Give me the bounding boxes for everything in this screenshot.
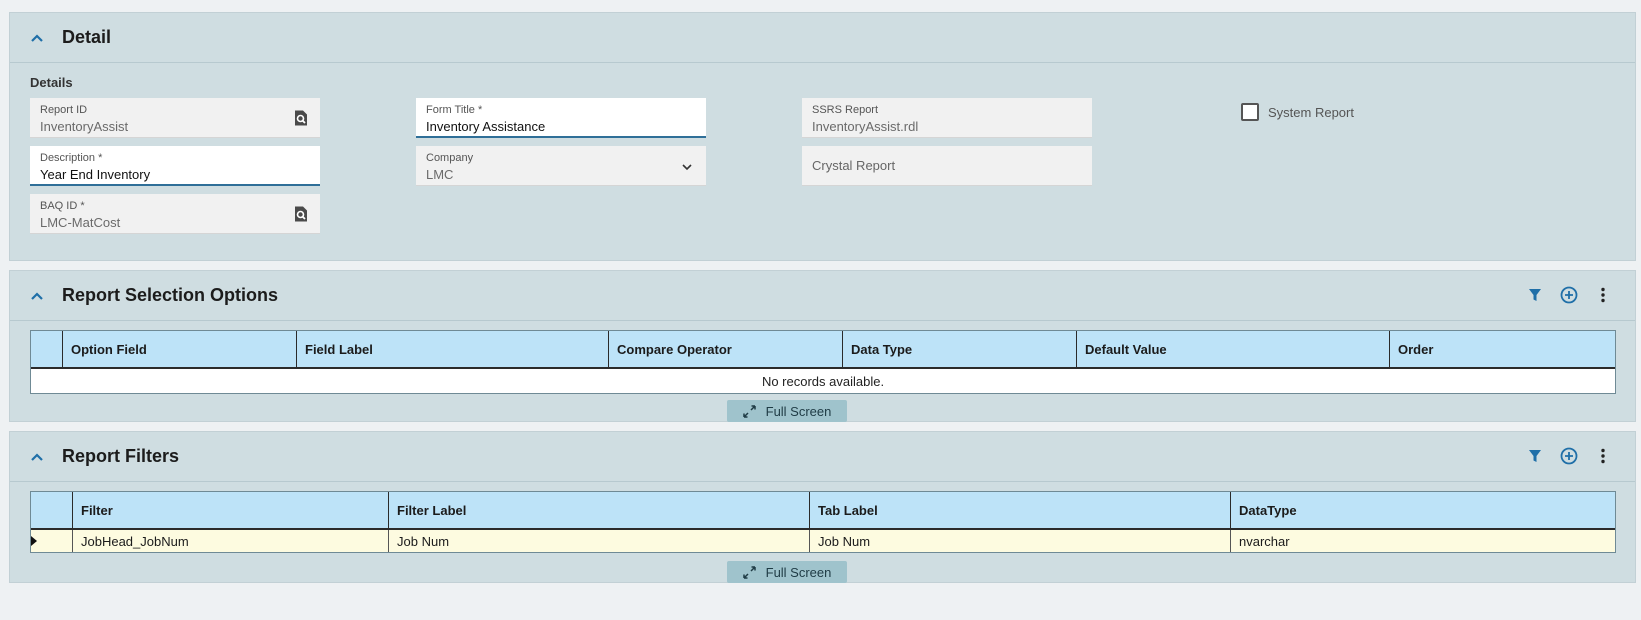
form-title-input[interactable]: Inventory Assistance [426,119,545,134]
report-id-value: InventoryAssist [40,119,129,134]
description-field[interactable]: Description * Year End Inventory [30,146,320,186]
description-input[interactable]: Year End Inventory [40,167,150,182]
more-vertical-icon[interactable] [1593,285,1613,305]
column-option-field[interactable]: Option Field [63,331,297,367]
selection-options-grid: Option Field Field Label Compare Operato… [30,330,1616,394]
column-field-label[interactable]: Field Label [297,331,609,367]
cell-filter-label[interactable]: Job Num [389,530,810,552]
detail-title: Detail [62,27,112,47]
more-vertical-icon[interactable] [1593,446,1613,466]
add-circle-icon[interactable] [1559,446,1579,466]
details-section-label: Details [30,75,73,90]
company-field[interactable]: Company LMC [416,146,706,186]
baq-id-value: LMC-MatCost [40,215,121,230]
table-row[interactable]: JobHead_JobNum Job Num Job Num nvarchar [31,530,1615,552]
report-filters-grid-header: Filter Filter Label Tab Label DataType [31,492,1615,530]
column-datatype[interactable]: DataType [1231,492,1615,528]
expand-icon [742,404,756,418]
column-compare-operator[interactable]: Compare Operator [609,331,843,367]
report-id-label: Report ID [40,104,88,116]
fullscreen-label: Full Screen [765,564,832,580]
cell-datatype[interactable]: nvarchar [1231,530,1615,552]
baq-id-label: BAQ ID * [40,200,85,212]
column-filter-label[interactable]: Filter Label [389,492,810,528]
selection-options-title: Report Selection Options [62,285,279,305]
fullscreen-label: Full Screen [765,403,832,419]
filter-icon[interactable] [1525,446,1545,466]
system-report-checkbox-box[interactable] [1241,103,1259,121]
company-value: LMC [426,167,454,182]
column-filter[interactable]: Filter [73,492,389,528]
column-default-value[interactable]: Default Value [1077,331,1390,367]
ssrs-report-field[interactable]: SSRS Report InventoryAssist.rdl [802,98,1092,138]
system-report-checkbox[interactable]: System Report [1241,103,1354,121]
cell-filter[interactable]: JobHead_JobNum [73,530,389,552]
selection-options-fullscreen-button[interactable]: Full Screen [727,400,847,422]
crystal-report-field[interactable]: Crystal Report [802,146,1092,186]
report-filters-grid: Filter Filter Label Tab Label DataType J… [30,491,1616,553]
search-document-icon[interactable] [292,109,310,127]
add-circle-icon[interactable] [1559,285,1579,305]
baq-id-field[interactable]: BAQ ID * LMC-MatCost [30,194,320,234]
chevron-up-icon[interactable] [28,287,46,305]
form-title-label: Form Title * [426,104,483,116]
ssrs-report-value: InventoryAssist.rdl [812,119,919,134]
selection-options-panel: Report Selection Options Option Field Fi… [9,270,1636,422]
description-label: Description * [40,152,103,164]
report-id-field[interactable]: Report ID InventoryAssist [30,98,320,138]
no-records-message: No records available. [31,369,1615,393]
column-order[interactable]: Order [1390,331,1615,367]
chevron-up-icon[interactable] [28,29,46,47]
column-data-type[interactable]: Data Type [843,331,1077,367]
selection-options-toolbar [1525,285,1613,305]
grid-select-column[interactable] [31,492,73,528]
chevron-down-icon[interactable] [678,158,696,176]
row-pointer-icon [31,536,37,546]
column-tab-label[interactable]: Tab Label [810,492,1231,528]
report-filters-toolbar [1525,446,1613,466]
system-report-label: System Report [1268,104,1354,120]
grid-select-column[interactable] [31,331,63,367]
search-document-icon[interactable] [292,205,310,223]
filter-icon[interactable] [1525,285,1545,305]
detail-panel: Detail Details Report ID InventoryAssist… [9,12,1636,261]
report-filters-panel: Report Filters Filter Filter Label Tab L… [9,431,1636,583]
selection-options-grid-header: Option Field Field Label Compare Operato… [31,331,1615,369]
crystal-report-placeholder: Crystal Report [812,158,896,173]
cell-tab-label[interactable]: Job Num [810,530,1231,552]
ssrs-report-label: SSRS Report [812,104,879,116]
report-filters-fullscreen-button[interactable]: Full Screen [727,561,847,583]
chevron-up-icon[interactable] [28,448,46,466]
report-filters-header[interactable]: Report Filters [10,432,1635,482]
selection-options-header[interactable]: Report Selection Options [10,271,1635,321]
expand-icon [742,565,756,579]
row-selector[interactable] [31,530,73,552]
report-filters-title: Report Filters [62,446,180,466]
detail-panel-header[interactable]: Detail [10,13,1635,63]
form-title-field[interactable]: Form Title * Inventory Assistance [416,98,706,138]
company-label: Company [426,152,474,164]
